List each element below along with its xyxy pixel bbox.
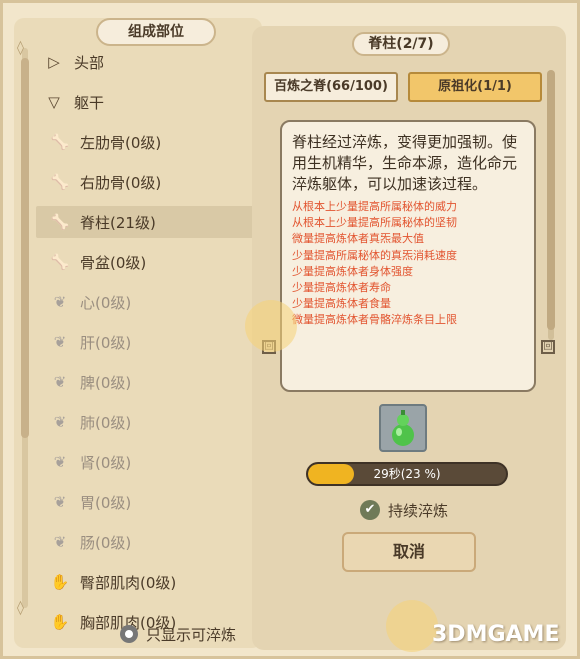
refine-title: 脊柱(2/7)	[352, 32, 450, 56]
right-scrollbar[interactable]	[547, 70, 555, 340]
body-part-label: 脾(0级)	[80, 373, 132, 392]
body-part-item[interactable]: 🦴 右肋骨(0级)	[36, 166, 254, 198]
corner-ornament-icon: 回	[541, 340, 555, 354]
body-part-label: 骨盆(0级)	[80, 253, 147, 272]
organ-icon: ❦	[53, 373, 67, 391]
body-part-item[interactable]: 🦴 脊柱(21级)	[36, 206, 254, 238]
scroll-up-icon[interactable]: ◊	[17, 40, 24, 56]
body-part-item[interactable]: ❦ 肺(0级)	[36, 406, 254, 438]
bone-icon: 🦴	[50, 133, 70, 151]
right-scrollbar-thumb[interactable]	[547, 70, 555, 330]
body-part-label: 脊柱(21级)	[80, 213, 156, 232]
body-part-item[interactable]: 🦴 左肋骨(0级)	[36, 126, 254, 158]
body-parts-title: 组成部位	[96, 18, 216, 46]
body-part-label: 肺(0级)	[80, 413, 132, 432]
effect-list: 从根本上少量提高所属秘体的威力 从根本上少量提高所属秘体的坚韧 微量提高炼体者真炁最…	[292, 199, 524, 329]
continuous-refine-toggle[interactable]: ✔ 持续淬炼	[360, 498, 448, 522]
continuous-refine-label: 持续淬炼	[388, 501, 449, 520]
body-part-item[interactable]: ❦ 肠(0级)	[36, 526, 254, 558]
organ-icon: ❦	[53, 413, 67, 431]
body-part-item[interactable]: ❦ 脾(0级)	[36, 366, 254, 398]
organ-icon: ❦	[53, 453, 67, 471]
body-part-item[interactable]: ▽ 躯干	[36, 86, 254, 118]
left-scrollbar-thumb[interactable]	[21, 58, 29, 438]
cancel-button[interactable]: 取消	[342, 532, 476, 572]
scroll-down-icon[interactable]: ◊	[17, 600, 24, 616]
body-part-label: 右肋骨(0级)	[80, 173, 162, 192]
tab-primordial[interactable]: 原祖化(1/1)	[408, 72, 542, 102]
filter-label: 只显示可淬炼	[146, 625, 237, 644]
organ-icon: ❦	[53, 333, 67, 351]
effect-line: 从根本上少量提高所属秘体的威力	[292, 200, 457, 213]
body-part-item[interactable]: ▷ 头部	[36, 46, 254, 78]
effect-line: 微量提高炼体者真炁最大值	[292, 232, 424, 246]
mascot-logo-icon	[386, 600, 438, 652]
gourd-icon	[392, 410, 414, 446]
body-part-item[interactable]: 🦴 骨盆(0级)	[36, 246, 254, 278]
essence-item-slot[interactable]	[379, 404, 427, 452]
body-part-label: 臀部肌肉(0级)	[80, 573, 177, 592]
body-part-label: 头部	[74, 53, 105, 72]
filter-toggle[interactable]: 只显示可淬炼	[120, 622, 236, 646]
progress-label: 29秒(23 %)	[373, 467, 441, 481]
body-part-label: 左肋骨(0级)	[80, 133, 162, 152]
tab-hundred-refine-spine[interactable]: 百炼之脊(66/100)	[264, 72, 398, 102]
effect-line: 微量提高炼体者骨骼淬炼条目上限	[292, 313, 457, 327]
refine-progress-bar: 29秒(23 %)	[306, 462, 508, 486]
effect-line: 少量提高所属秘体的真炁消耗速度	[292, 248, 457, 262]
body-part-label: 躯干	[74, 93, 105, 112]
watermark: 3DMGAME	[432, 622, 560, 647]
body-part-label: 心(0级)	[80, 293, 132, 312]
effect-line: 少量提高炼体者食量	[292, 297, 391, 311]
bone-icon: 🦴	[50, 253, 70, 271]
description-box: 脊柱经过淬炼，变得更加强韧。使用生机精华，生命本源，造化命元淬炼躯体，可以加速该…	[280, 120, 536, 392]
organ-icon: ❦	[53, 293, 67, 311]
organ-icon: ❦	[53, 493, 67, 511]
check-icon[interactable]: ✔	[360, 500, 380, 520]
body-part-item[interactable]: ❦ 心(0级)	[36, 286, 254, 318]
description-text: 脊柱经过淬炼，变得更加强韧。使用生机精华，生命本源，造化命元淬炼躯体，可以加速该…	[292, 133, 518, 193]
body-part-item[interactable]: ✋ 臀部肌肉(0级)	[36, 566, 254, 598]
organ-icon: ❦	[53, 533, 67, 551]
effect-line: 少量提高炼体者寿命	[292, 281, 391, 295]
effect-line: 少量提高炼体者身体强度	[292, 264, 413, 278]
muscle-icon: ✋	[50, 613, 70, 631]
bone-icon: 🦴	[50, 173, 70, 191]
body-part-label: 胃(0级)	[80, 493, 132, 512]
body-part-label: 肝(0级)	[80, 333, 132, 352]
radio-icon[interactable]	[120, 625, 138, 643]
body-part-item[interactable]: ❦ 肾(0级)	[36, 446, 254, 478]
effect-line: 从根本上少量提高所属秘体的坚韧	[292, 216, 457, 230]
left-scrollbar[interactable]	[21, 48, 29, 608]
body-part-item[interactable]: ❦ 胃(0级)	[36, 486, 254, 518]
mascot-watermark-icon	[245, 300, 297, 352]
body-part-item[interactable]: ❦ 肝(0级)	[36, 326, 254, 358]
muscle-icon: ✋	[50, 573, 70, 591]
body-part-label: 肾(0级)	[80, 453, 132, 472]
triangle-right-icon: ▷	[48, 53, 60, 71]
triangle-down-icon: ▽	[48, 93, 60, 111]
body-part-label: 肠(0级)	[80, 533, 132, 552]
bone-icon: 🦴	[50, 213, 70, 231]
